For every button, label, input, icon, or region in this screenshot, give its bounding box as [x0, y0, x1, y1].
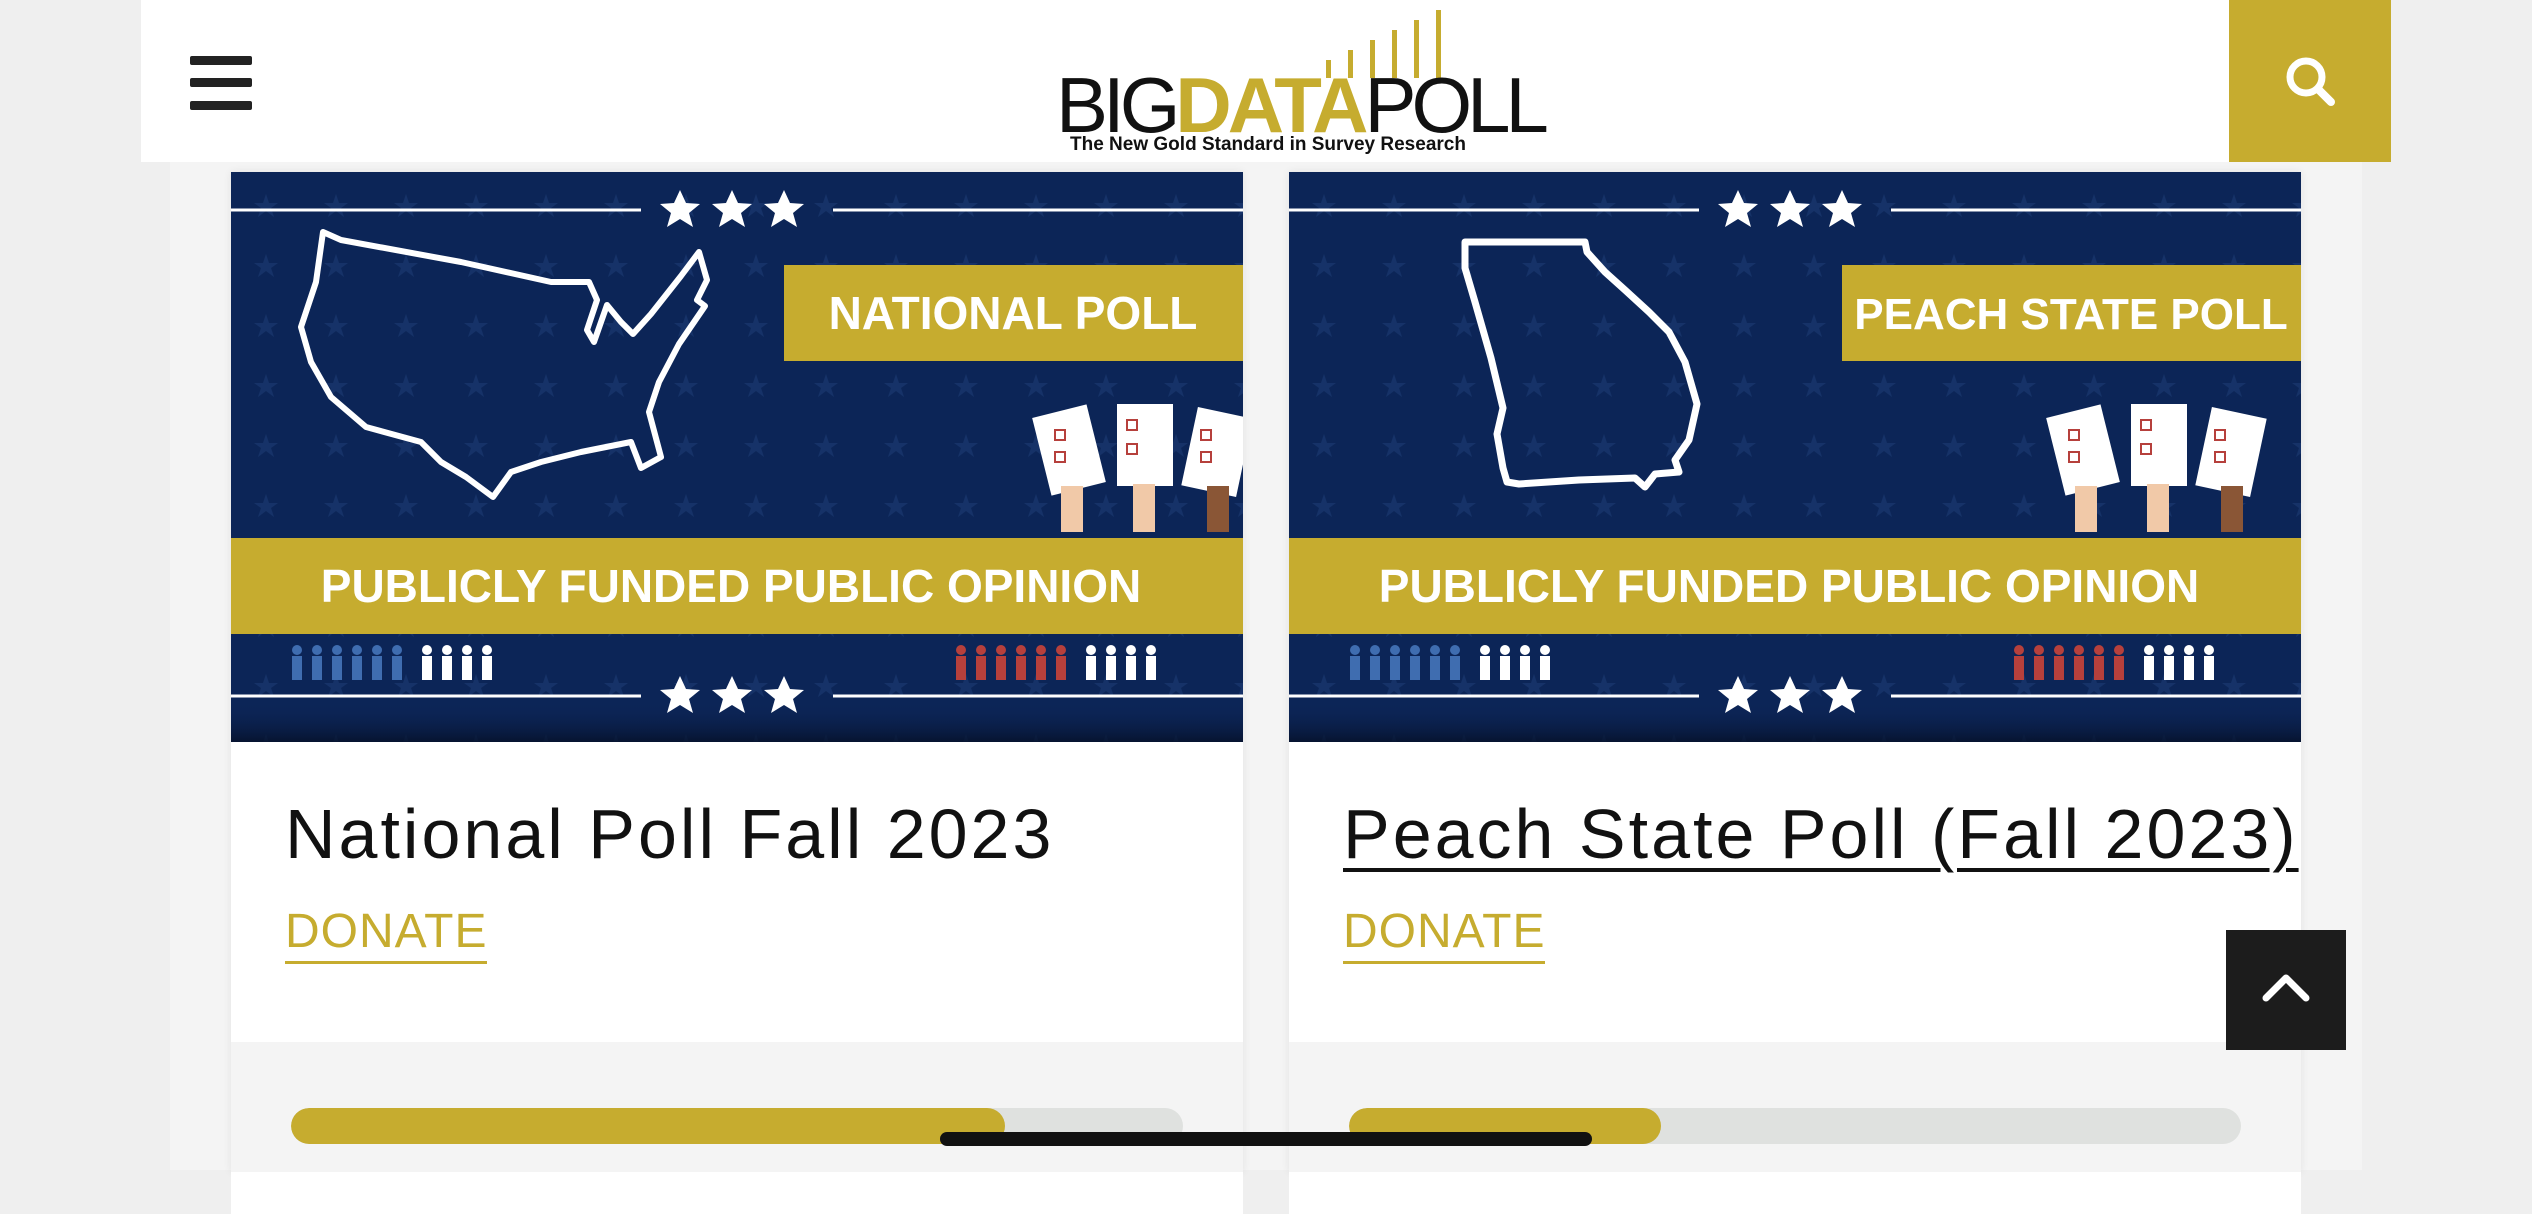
poll-card-peach-state: PEACH STATE POLL PUBLICLY FUNDED PUBLIC …	[1289, 172, 2301, 1214]
home-indicator[interactable]	[940, 1132, 1592, 1146]
scroll-to-top-button[interactable]	[2226, 930, 2346, 1050]
card-title[interactable]: National Poll Fall 2023	[285, 792, 1054, 876]
magnifier-search-icon	[2286, 57, 2335, 106]
banner-badge-text: NATIONAL POLL	[829, 287, 1198, 339]
hamburger-menu-icon[interactable]	[190, 56, 252, 110]
poll-card-national: NATIONAL POLL PUBLICLY FUNDED PUBLIC OPI…	[231, 172, 1243, 1214]
poll-banner-image[interactable]: NATIONAL POLL PUBLICLY FUNDED PUBLIC OPI…	[231, 172, 1243, 742]
donate-link[interactable]: DONATE	[1343, 905, 1546, 964]
banner-strip-text: PUBLICLY FUNDED PUBLIC OPINION	[1379, 560, 2199, 612]
banner-badge-text: PEACH STATE POLL	[1854, 290, 2288, 339]
logo-tagline: The New Gold Standard in Survey Research	[1070, 134, 1466, 155]
card-progress-area	[1289, 1042, 2301, 1172]
site-logo[interactable]: BIGDATAPOLL The New Gold Standard in Sur…	[1056, 4, 1549, 156]
banner-strip-text: PUBLICLY FUNDED PUBLIC OPINION	[321, 560, 1141, 612]
donate-link[interactable]: DONATE	[285, 905, 488, 964]
card-progress-area	[231, 1042, 1243, 1172]
progress-fill	[291, 1108, 1005, 1144]
card-title[interactable]: Peach State Poll (Fall 2023)	[1343, 792, 2299, 876]
chevron-up-icon	[2262, 974, 2310, 1002]
poll-banner-image[interactable]: PEACH STATE POLL PUBLICLY FUNDED PUBLIC …	[1289, 172, 2301, 742]
logo-wordmark: BIGDATAPOLL	[1056, 61, 1549, 149]
search-button[interactable]	[2229, 0, 2391, 162]
